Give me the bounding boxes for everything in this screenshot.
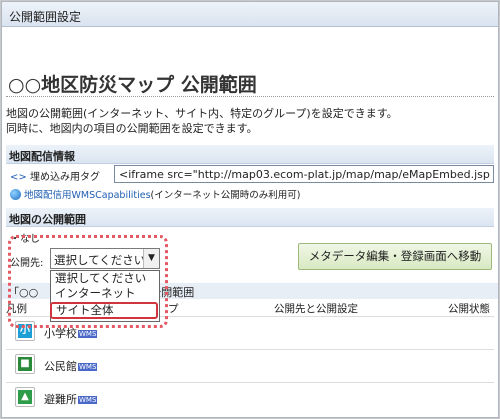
window-title: 公開範囲設定 xyxy=(2,2,498,27)
page-description: 地図の公開範囲(インターネット、サイト内、特定のグループ)を設定できます。 同時… xyxy=(6,106,398,136)
layer-row: ■ 公民館 WMS xyxy=(6,349,494,380)
layer-row: ▲ 避難所 WMS xyxy=(6,382,494,413)
distribution-header: 地図配信情報 xyxy=(6,145,494,164)
column-name: プ xyxy=(168,303,179,315)
title-divider xyxy=(6,96,494,97)
layer-name[interactable]: 避難所 WMS xyxy=(44,391,98,407)
wms-badge: WMS xyxy=(78,363,98,371)
layer-name[interactable]: 公民館 WMS xyxy=(44,358,98,374)
wms-row: 地図配信用WMSCapabilities(インターネット公開時のみ利用可) xyxy=(10,187,300,201)
embed-code-icon: <> xyxy=(10,172,27,183)
metadata-edit-button[interactable]: メタデータ編集・登録画面へ移動 xyxy=(298,243,492,270)
evacuation-shelter-icon: ▲ xyxy=(15,387,35,407)
window: 公開範囲設定 ○○地区防災マップ 公開範囲 地図の公開範囲(インターネット、サイ… xyxy=(1,1,499,418)
embed-tag-field[interactable]: <iframe src="http://map03.ecom-plat.jp/m… xyxy=(114,165,494,183)
wms-note: (インターネット公開時のみ利用可) xyxy=(150,190,301,201)
column-target: 公開先と公開設定 xyxy=(274,303,358,315)
description-line: 同時に、地図内の項目の公開範囲を設定できます。 xyxy=(6,122,258,135)
embed-label: 埋め込み用タグ xyxy=(29,172,100,183)
embed-row: <> 埋め込み用タグ <iframe src="http://map03.eco… xyxy=(10,165,494,183)
globe-icon xyxy=(10,189,21,200)
wms-capabilities-link[interactable]: 地図配信用WMSCapabilities xyxy=(24,190,151,201)
description-line: 地図の公開範囲(インターネット、サイト内、特定のグループ)を設定できます。 xyxy=(6,107,398,120)
highlight-annotation xyxy=(8,235,168,328)
column-status: 公開状態 xyxy=(448,303,490,315)
scope-header: 地図の公開範囲 xyxy=(6,208,494,227)
community-center-icon: ■ xyxy=(15,354,35,374)
page-title: ○○地区防災マップ 公開範囲 xyxy=(8,74,257,96)
wms-badge: WMS xyxy=(78,330,98,338)
wms-badge: WMS xyxy=(78,396,98,404)
